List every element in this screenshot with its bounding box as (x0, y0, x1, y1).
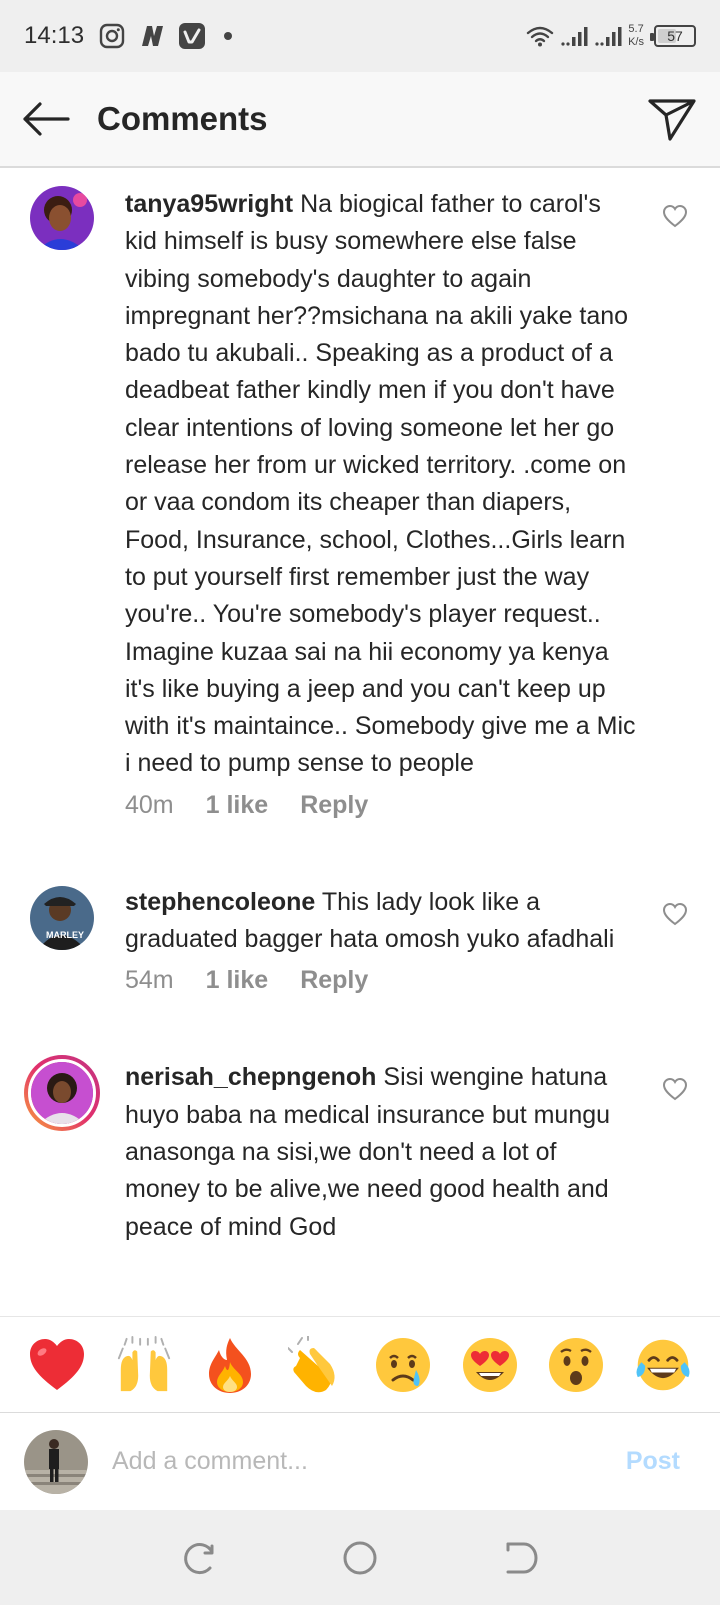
like-heart-icon[interactable] (662, 1077, 690, 1103)
comment-meta: 54m 1 like Reply (125, 966, 638, 995)
svg-text:MARLEY: MARLEY (46, 930, 84, 940)
network-speed-unit: K/s (628, 36, 644, 48)
instagram-icon (98, 22, 126, 50)
status-time: 14:13 (24, 22, 85, 49)
comment-text: nerisah_chepngenoh Sisi wengine hatuna h… (125, 1051, 638, 1245)
comment-like-count[interactable]: 1 like (206, 966, 269, 995)
reply-button[interactable]: Reply (300, 791, 368, 820)
battery-icon: 57 (650, 25, 696, 47)
home-icon[interactable] (340, 1538, 380, 1578)
comment-like-count[interactable]: 1 like (206, 791, 269, 820)
back-arrow-icon[interactable] (22, 99, 72, 139)
comment-body: Na biogical father to carol's kid himsel… (125, 190, 636, 778)
netflix-icon (138, 22, 166, 50)
vimeo-icon (178, 22, 206, 50)
comment-text: stephencoleone This lady look like a gra… (125, 876, 638, 959)
comment-username[interactable]: nerisah_chepngenoh (125, 1063, 376, 1091)
comment-meta: 40m 1 like Reply (125, 791, 638, 820)
add-comment-bar: Post (0, 1412, 720, 1510)
avatar[interactable] (30, 186, 94, 250)
clapping-hands-emoji-icon[interactable] (287, 1335, 346, 1394)
recent-apps-icon[interactable] (180, 1538, 220, 1578)
fire-emoji-icon[interactable] (201, 1336, 259, 1394)
comment-text: tanya95wright Na biogical father to caro… (125, 178, 638, 783)
current-user-avatar (24, 1429, 88, 1494)
comment-time: 40m (125, 790, 174, 819)
comment-username[interactable]: stephencoleone (125, 888, 315, 916)
raising-hands-emoji-icon[interactable] (115, 1335, 173, 1394)
like-heart-icon[interactable] (662, 204, 690, 230)
signal-2-icon (594, 25, 624, 47)
send-icon[interactable] (646, 93, 698, 145)
back-nav-icon[interactable] (500, 1538, 540, 1578)
signal-icon (560, 25, 590, 47)
comment-list[interactable]: tanya95wright Na biogical father to caro… (0, 168, 720, 1316)
avatar[interactable]: MARLEY (30, 885, 94, 950)
network-speed: 5.7 K/s (628, 23, 644, 49)
comment-time: 54m (125, 966, 174, 995)
avatar (28, 1059, 96, 1128)
add-comment-input[interactable] (112, 1447, 626, 1476)
network-speed-value: 5.7 (628, 23, 644, 35)
heart-eyes-emoji-icon[interactable] (461, 1336, 519, 1394)
reply-button[interactable]: Reply (300, 966, 368, 995)
wifi-icon (526, 25, 554, 47)
comment-item: nerisah_chepngenoh Sisi wengine hatuna h… (0, 995, 720, 1245)
header: Comments (0, 72, 720, 168)
like-heart-icon[interactable] (662, 902, 690, 928)
post-button[interactable]: Post (626, 1447, 680, 1476)
surprised-face-emoji-icon[interactable] (547, 1336, 605, 1394)
heart-emoji-icon[interactable] (28, 1336, 86, 1394)
comment-item: tanya95wright Na biogical father to caro… (0, 168, 720, 820)
system-navigation-bar (0, 1510, 720, 1605)
avatar-story-ring[interactable] (24, 1055, 100, 1132)
status-bar: 14:13 5.7 K/s 57 (0, 0, 720, 72)
crying-face-emoji-icon[interactable] (374, 1336, 432, 1394)
quick-reactions-bar (0, 1316, 720, 1412)
tears-of-joy-emoji-icon[interactable] (634, 1336, 692, 1394)
battery-level: 57 (667, 28, 683, 44)
page-title: Comments (97, 100, 268, 137)
notification-dot-icon (224, 32, 233, 40)
comment-username[interactable]: tanya95wright (125, 190, 293, 218)
comment-item: MARLEY stephencoleone This lady look lik… (0, 820, 720, 996)
